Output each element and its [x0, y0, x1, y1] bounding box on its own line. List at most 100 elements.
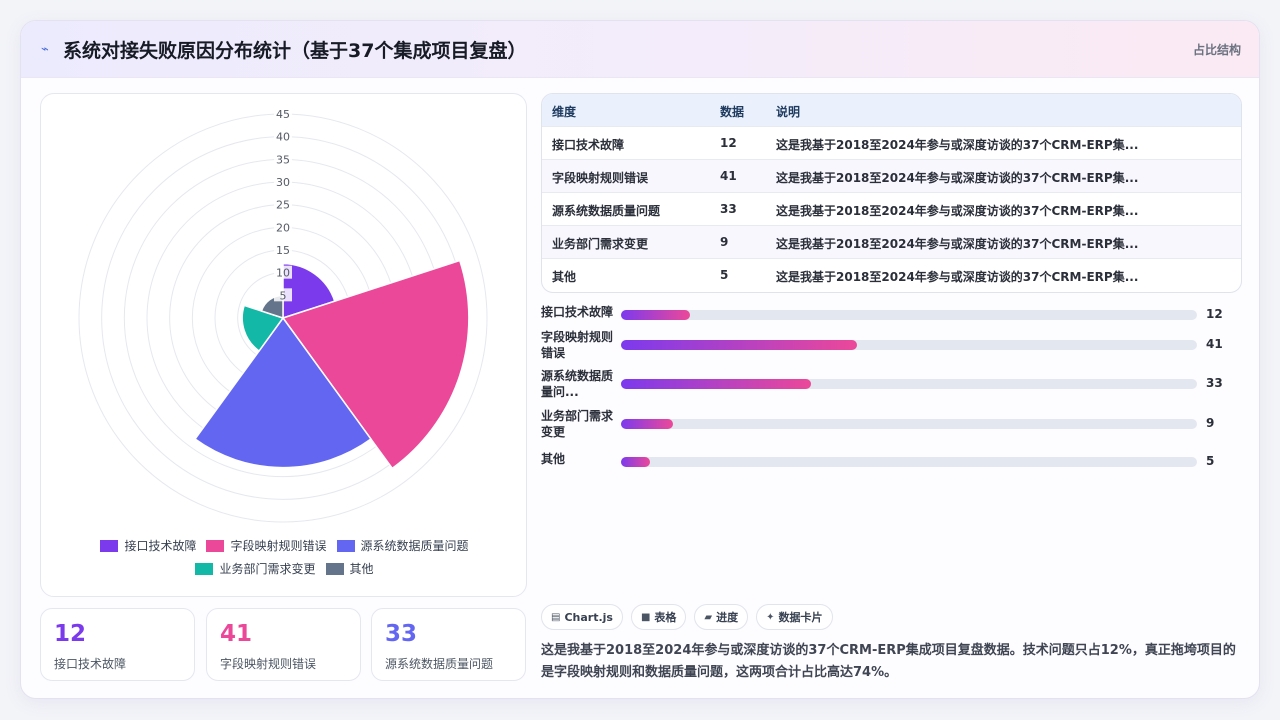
table-header-cell: 数据 — [720, 105, 745, 119]
kpi-card: 12 接口技术故障 — [40, 608, 195, 681]
tick-label: 25 — [276, 199, 290, 212]
chip-chart[interactable]: ▤ Chart.js — [541, 604, 623, 630]
bar-track — [621, 310, 1197, 320]
sparkle-icon: ✦ — [766, 611, 775, 623]
table-row: 接口技术故障 12 这是我基于2018至2024年参与或深度访谈的37个CRM-… — [542, 127, 1241, 160]
kpi-label: 接口技术故障 — [54, 657, 127, 671]
page-title: 系统对接失败原因分布统计（基于37个集成项目复盘） — [63, 40, 527, 62]
table-icon: ■ — [640, 611, 651, 623]
tick-label: 45 — [276, 108, 290, 121]
chip-label: Chart.js — [564, 610, 613, 624]
tick-label: 10 — [276, 267, 290, 280]
feature-chips: ▤ Chart.js ■ 表格 ▰ 进度 ✦ 数据卡片 — [541, 604, 833, 630]
bar-value: 12 — [1206, 307, 1223, 321]
chart-type-tag: 占比结构 — [1192, 43, 1241, 57]
kpi-card: 41 字段映射规则错误 — [206, 608, 361, 681]
table-cell-note: 这是我基于2018至2024年参与或深度访谈的37个CRM-ERP集... — [776, 138, 1139, 152]
bar-fill — [621, 457, 650, 467]
bar-track — [621, 457, 1197, 467]
table-cell-note: 这是我基于2018至2024年参与或深度访谈的37个CRM-ERP集... — [776, 171, 1139, 185]
bar-fill — [621, 310, 691, 320]
legend-item[interactable]: 其他 — [325, 560, 374, 577]
bar-value: 9 — [1206, 416, 1215, 430]
table-row: 业务部门需求变更 9 这是我基于2018至2024年参与或深度访谈的37个CRM… — [542, 226, 1241, 259]
tick-label: 15 — [276, 244, 290, 257]
table-row: 源系统数据质量问题 33 这是我基于2018至2024年参与或深度访谈的37个C… — [542, 193, 1241, 226]
legend-item[interactable]: 源系统数据质量问题 — [336, 537, 469, 554]
kpi-label: 字段映射规则错误 — [220, 657, 317, 671]
polar-area-chart: 5 10 15 20 25 30 35 40 45 — [78, 107, 488, 523]
progress-icon: ▰ — [704, 611, 713, 623]
bar-label: 业务部门需求变更 — [541, 409, 614, 439]
table-header-row: 维度 数据 说明 — [542, 94, 1241, 127]
table-cell-dimension: 接口技术故障 — [552, 138, 625, 152]
kpi-value: 33 — [385, 621, 418, 647]
chip-sparkle[interactable]: ✦ 数据卡片 — [756, 604, 833, 630]
legend-swatch — [325, 562, 344, 575]
chart-legend: 接口技术故障 字段映射规则错误 源系统数据质量问题业务部门需求变更 其他 — [41, 537, 528, 577]
legend-swatch — [336, 539, 355, 552]
bar-fill — [621, 419, 673, 429]
chip-label: 数据卡片 — [778, 611, 823, 624]
table-row: 字段映射规则错误 41 这是我基于2018至2024年参与或深度访谈的37个CR… — [542, 160, 1241, 193]
legend-swatch — [195, 562, 214, 575]
bar-track — [621, 340, 1197, 350]
bar-fill — [621, 340, 858, 350]
dashboard-card: ⌁ 系统对接失败原因分布统计（基于37个集成项目复盘） 占比结构 5 10 15 20… — [20, 20, 1260, 699]
tick-label: 20 — [276, 221, 290, 234]
table-cell-value: 9 — [720, 235, 729, 249]
chip-label: 表格 — [654, 611, 677, 624]
tick-label: 30 — [276, 176, 290, 189]
data-table: 维度 数据 说明 接口技术故障 12 这是我基于2018至2024年参与或深度访… — [541, 93, 1242, 293]
legend-item[interactable]: 接口技术故障 — [100, 537, 196, 554]
header: ⌁ 系统对接失败原因分布统计（基于37个集成项目复盘） 占比结构 — [21, 21, 1259, 78]
chart-icon: ▤ — [551, 611, 561, 623]
line-chart-icon: ⌁ — [41, 42, 49, 57]
table-row: 其他 5 这是我基于2018至2024年参与或深度访谈的37个CRM-ERP集.… — [542, 259, 1241, 292]
bar-value: 33 — [1206, 376, 1223, 390]
polar-area-chart-panel: 5 10 15 20 25 30 35 40 45 接口技术故障 字段映射规则错误 源系统数据质量问… — [40, 93, 527, 597]
bar-fill — [621, 379, 812, 389]
table-header-cell: 说明 — [776, 105, 801, 119]
legend-swatch — [100, 539, 119, 552]
legend-label: 字段映射规则错误 — [230, 539, 327, 553]
kpi-label: 源系统数据质量问题 — [385, 657, 494, 671]
chip-progress[interactable]: ▰ 进度 — [694, 604, 749, 630]
table-cell-value: 41 — [720, 169, 737, 183]
table-cell-dimension: 其他 — [552, 270, 577, 284]
table-cell-note: 这是我基于2018至2024年参与或深度访谈的37个CRM-ERP集... — [776, 204, 1139, 218]
bar-label: 接口技术故障 — [541, 305, 614, 319]
table-cell-dimension: 业务部门需求变更 — [552, 237, 649, 251]
chip-table[interactable]: ■ 表格 — [630, 604, 687, 630]
summary-note: 这是我基于2018至2024年参与或深度访谈的37个CRM-ERP集成项目复盘数… — [541, 643, 1236, 680]
tick-label: 40 — [276, 131, 290, 144]
table-cell-dimension: 字段映射规则错误 — [552, 171, 649, 185]
table-cell-value: 5 — [720, 268, 729, 282]
bar-value: 5 — [1206, 454, 1215, 468]
tick-label: 5 — [280, 289, 287, 302]
bar-track — [621, 419, 1197, 429]
kpi-value: 41 — [220, 621, 253, 647]
legend-label: 业务部门需求变更 — [219, 562, 316, 576]
table-cell-note: 这是我基于2018至2024年参与或深度访谈的37个CRM-ERP集... — [776, 237, 1139, 251]
chip-label: 进度 — [716, 611, 739, 624]
kpi-value: 12 — [54, 621, 87, 647]
bar-label: 其他 — [541, 452, 566, 466]
table-cell-dimension: 源系统数据质量问题 — [552, 204, 661, 218]
table-cell-value: 12 — [720, 136, 737, 150]
tick-label: 35 — [276, 153, 290, 166]
kpi-card: 33 源系统数据质量问题 — [371, 608, 526, 681]
legend-label: 接口技术故障 — [124, 539, 197, 553]
legend-swatch — [206, 539, 225, 552]
bar-track — [621, 379, 1197, 389]
table-cell-note: 这是我基于2018至2024年参与或深度访谈的37个CRM-ERP集... — [776, 270, 1139, 284]
legend-item[interactable]: 业务部门需求变更 — [195, 560, 316, 577]
bar-label: 源系统数据质量问... — [541, 369, 614, 399]
table-header-cell: 维度 — [552, 105, 577, 119]
table-cell-value: 33 — [720, 202, 737, 216]
bar-label: 字段映射规则错误 — [541, 330, 614, 360]
bar-value: 41 — [1206, 337, 1223, 351]
legend-label: 其他 — [349, 562, 374, 576]
legend-item[interactable]: 字段映射规则错误 — [206, 537, 327, 554]
legend-label: 源系统数据质量问题 — [360, 539, 469, 553]
